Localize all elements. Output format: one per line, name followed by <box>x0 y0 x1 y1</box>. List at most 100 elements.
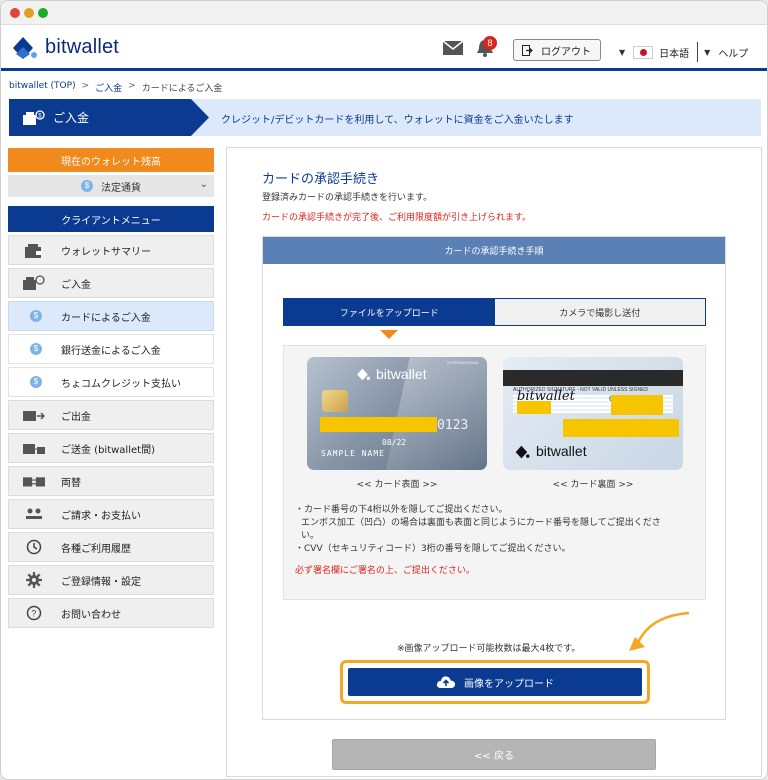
notification-badge: 8 <box>483 36 497 50</box>
maximize-window-button[interactable] <box>38 8 48 18</box>
chevron-down-icon: ⌄ <box>199 179 208 190</box>
language-selector[interactable]: ▼ 日本語 ▼ ヘルプ <box>619 42 748 62</box>
cloud-upload-icon <box>436 676 456 688</box>
bitwallet-logo[interactable]: bitwallet <box>9 34 119 60</box>
dollar-coin-icon: $ <box>29 308 43 324</box>
tab-camera[interactable]: カメラで撮影し送付 <box>494 299 705 325</box>
card-expiry: 08/22 <box>382 438 407 447</box>
note-line: ・カード番号の下4桁以外を隠してご提出ください。 <box>295 505 508 515</box>
page-description: 登録済みカードの承認手続きを行います。 <box>262 193 433 203</box>
sidebar-item-chocom-credit[interactable]: $ ちょコムクレジット支払い <box>8 367 214 397</box>
sidebar: 現在のウォレット残高 $ 法定通貨 ⌄ クライアントメニュー ウォレットサマリー… <box>8 148 214 628</box>
sidebar-item-label: お問い合わせ <box>61 609 121 621</box>
breadcrumb-separator: > <box>81 81 90 91</box>
upload-image-button[interactable]: 画像をアップロード <box>348 668 642 696</box>
note-line: い。 <box>301 531 320 541</box>
page-banner: $ ご入金 クレジット/デビットカードを利用して、ウォレットに資金をご入金いたし… <box>9 99 761 136</box>
sidebar-item-label: 各種ご利用履歴 <box>61 543 131 555</box>
language-label: 日本語 <box>659 48 690 60</box>
logout-label: ログアウト <box>541 46 591 58</box>
chevron-down-icon: ▼ <box>704 47 711 57</box>
card-front-brand: bitwallet <box>376 366 427 382</box>
history-icon <box>23 539 45 555</box>
site-header: bitwallet 8 ログアウト ▼ 日本語 ▼ ヘルプ <box>1 25 767 71</box>
sidebar-item-bank-deposit[interactable]: $ 銀行送金によるご入金 <box>8 334 214 364</box>
sidebar-item-label: ご送金 (bitwallet間) <box>61 444 155 456</box>
magnetic-stripe <box>503 370 683 386</box>
sidebar-item-wallet-summary[interactable]: ウォレットサマリー <box>8 235 214 265</box>
mail-icon[interactable] <box>443 41 463 55</box>
sidebar-item-card-deposit[interactable]: $ カードによるご入金 <box>8 301 214 331</box>
card-front-image: bitwallet INTERNATIONAL 0123 08/22 SAMPL… <box>307 357 487 470</box>
breadcrumb-current: カードによるご入金 <box>141 84 223 94</box>
redaction-back-number <box>563 419 679 437</box>
dollar-coin-icon: $ <box>29 341 43 357</box>
close-window-button[interactable] <box>10 8 20 18</box>
bitwallet-logo-icon <box>357 368 370 381</box>
transfer-icon <box>23 440 45 456</box>
deposit-icon: $ <box>23 109 45 125</box>
coin-symbol: $ <box>30 310 42 322</box>
dollar-coin-icon: $ <box>81 180 93 192</box>
card-samples-box: bitwallet INTERNATIONAL 0123 08/22 SAMPL… <box>283 345 706 600</box>
help-link[interactable]: ヘルプ <box>718 45 748 60</box>
card-chip <box>322 390 348 412</box>
upload-notes: ・カード番号の下4桁以外を隠してご提出ください。 エンボス加工（凹凸）の場合は裏… <box>295 504 695 578</box>
exchange-icon <box>23 473 45 489</box>
card-back-logo: bitwallet <box>513 443 587 459</box>
pointer-arrow-icon <box>629 611 690 651</box>
logout-button[interactable]: ログアウト <box>513 39 601 61</box>
bitwallet-logo-icon <box>13 37 37 59</box>
active-tab-indicator <box>380 330 398 339</box>
banner-description: クレジット/デビットカードを利用して、ウォレットに資金をご入金いたします <box>221 115 574 126</box>
back-button[interactable]: << 戻る <box>332 739 656 770</box>
sidebar-item-deposit[interactable]: ご入金 <box>8 268 214 298</box>
upload-highlight-frame: 画像をアップロード <box>340 660 650 704</box>
breadcrumb-top[interactable]: bitwallet (TOP) <box>9 81 76 94</box>
chevron-down-icon: ▼ <box>619 47 626 57</box>
breadcrumb-deposit[interactable]: ご入金 <box>95 81 122 94</box>
note-line: ・CVV（セキュリティコード）3桁の番号を隠してご提出ください。 <box>295 544 571 554</box>
browser-window: bitwallet 8 ログアウト ▼ 日本語 ▼ ヘルプ bitwallet … <box>0 0 768 780</box>
sidebar-item-label: ご出金 <box>61 411 91 423</box>
japan-flag-icon <box>633 45 654 59</box>
wallet-balance-header: 現在のウォレット残高 <box>8 148 214 172</box>
breadcrumb: bitwallet (TOP) > ご入金 > カードによるご入金 <box>9 81 222 94</box>
sidebar-item-history[interactable]: 各種ご利用履歴 <box>8 532 214 562</box>
header-divider <box>697 42 699 62</box>
withdraw-icon <box>23 407 45 423</box>
sidebar-item-exchange[interactable]: 両替 <box>8 466 214 496</box>
sidebar-item-label: カードによるご入金 <box>61 312 151 324</box>
banner-title: $ ご入金 <box>9 99 209 136</box>
card-international-label: INTERNATIONAL <box>447 360 479 365</box>
sidebar-item-transfer[interactable]: ご送金 (bitwallet間) <box>8 433 214 463</box>
logo-text: bitwallet <box>45 35 120 58</box>
gear-icon <box>23 572 45 588</box>
sidebar-item-label: ご登録情報・設定 <box>61 576 141 588</box>
question-icon: ? <box>23 605 45 621</box>
client-menu-header: クライアントメニュー <box>8 206 214 232</box>
coin-symbol: $ <box>30 343 42 355</box>
sidebar-item-withdraw[interactable]: ご出金 <box>8 400 214 430</box>
sidebar-item-billing[interactable]: ご請求・お支払い <box>8 499 214 529</box>
upload-limit-note: ※画像アップロード可能枚数は最大4枚です。 <box>397 644 581 654</box>
sidebar-item-contact[interactable]: ? お問い合わせ <box>8 598 214 628</box>
card-back-image: AUTHORIZED SIGNATURE - NOT VALID UNLESS … <box>503 357 683 470</box>
card-number-last4: 0123 <box>437 418 469 433</box>
minimize-window-button[interactable] <box>24 8 34 18</box>
currency-selector[interactable]: $ 法定通貨 ⌄ <box>8 175 214 197</box>
sidebar-item-label: 銀行送金によるご入金 <box>61 345 161 357</box>
svg-text:?: ? <box>31 609 36 619</box>
main-content: カードの承認手続き 登録済みカードの承認手続きを行います。 カードの承認手続きが… <box>226 147 762 777</box>
tab-file-upload[interactable]: ファイルをアップロード <box>284 299 495 325</box>
dollar-coin-icon: $ <box>29 374 43 390</box>
sidebar-item-settings[interactable]: ご登録情報・設定 <box>8 565 214 595</box>
sidebar-item-label: ちょコムクレジット支払い <box>61 378 181 390</box>
redaction-card-number <box>320 417 437 432</box>
sidebar-item-label: ウォレットサマリー <box>61 246 151 258</box>
card-back-caption: << カード裏面 >> <box>552 480 634 490</box>
procedure-header: カードの承認手続き手順 <box>263 237 725 264</box>
window-titlebar <box>1 1 767 25</box>
card-front-logo: bitwallet <box>355 366 427 382</box>
banner-title-text: ご入金 <box>53 111 90 125</box>
